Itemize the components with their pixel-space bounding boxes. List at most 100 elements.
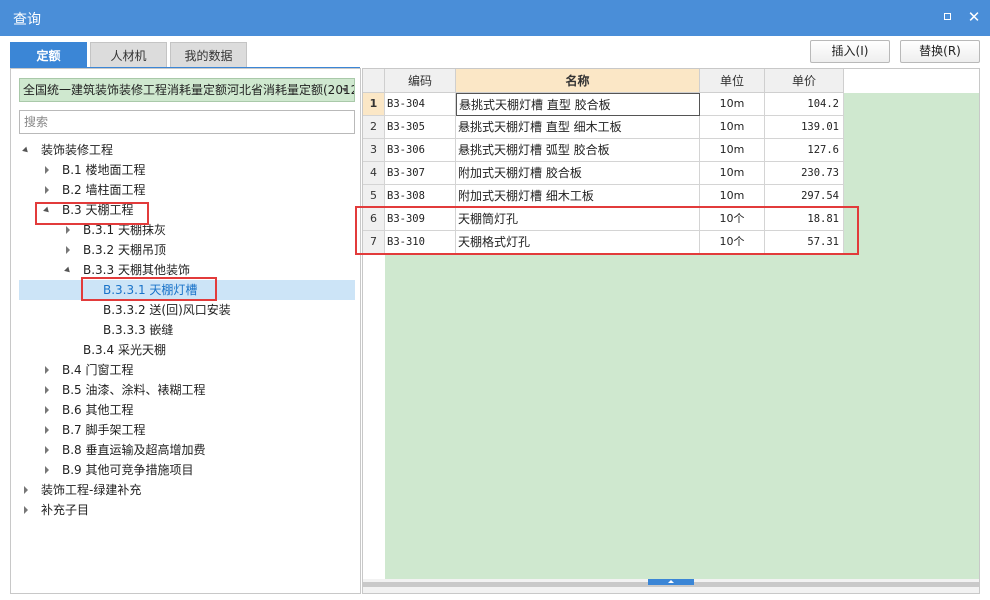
cell-name[interactable]: 天棚格式灯孔	[456, 231, 700, 254]
tree-item[interactable]: 装饰工程-绿建补充	[11, 480, 360, 500]
expanded-arrow-icon[interactable]	[42, 200, 54, 220]
tree-item[interactable]: B.3.3.1 天棚灯槽	[19, 280, 355, 300]
row-number[interactable]: 7	[363, 231, 385, 254]
cell-name[interactable]: 悬挑式天棚灯槽 直型 细木工板	[456, 116, 700, 139]
collapsed-arrow-icon[interactable]	[63, 240, 75, 260]
tree-item[interactable]: B.3.2 天棚吊顶	[11, 240, 360, 260]
quota-grid: 编码 名称 单位 单价 1 B3-304 悬挑式天棚灯槽 直型 胶合板 10m 104.…	[362, 68, 980, 594]
cell-name[interactable]: 悬挑式天棚灯槽 弧型 胶合板	[456, 139, 700, 162]
restore-icon[interactable]	[940, 9, 956, 25]
table-row[interactable]: 2 B3-305 悬挑式天棚灯槽 直型 细木工板 10m 139.01	[363, 116, 844, 139]
row-number[interactable]: 5	[363, 185, 385, 208]
replace-button[interactable]: 替换(R)	[900, 40, 980, 63]
cell-price[interactable]: 104.2	[765, 93, 844, 116]
cell-name[interactable]: 附加式天棚灯槽 细木工板	[456, 185, 700, 208]
cell-price[interactable]: 127.6	[765, 139, 844, 162]
row-number[interactable]: 4	[363, 162, 385, 185]
collapsed-arrow-icon[interactable]	[42, 420, 54, 440]
tree-item[interactable]: B.3 天棚工程	[11, 200, 360, 220]
cell-unit[interactable]: 10m	[700, 162, 765, 185]
cell-unit[interactable]: 10个	[700, 231, 765, 254]
collapsed-arrow-icon[interactable]	[42, 460, 54, 480]
tree-item-label: B.3.4 采光天棚	[83, 343, 166, 357]
cell-unit[interactable]: 10m	[700, 116, 765, 139]
column-header-name[interactable]: 名称	[456, 69, 700, 93]
collapsed-arrow-icon[interactable]	[42, 400, 54, 420]
cell-unit[interactable]: 10个	[700, 208, 765, 231]
cell-name[interactable]: 天棚筒灯孔	[456, 208, 700, 231]
tree-item[interactable]: 装饰装修工程	[11, 140, 360, 160]
cell-unit[interactable]: 10m	[700, 93, 765, 116]
cell-name[interactable]: 悬挑式天棚灯槽 直型 胶合板	[456, 93, 700, 116]
table-row[interactable]: 3 B3-306 悬挑式天棚灯槽 弧型 胶合板 10m 127.6	[363, 139, 844, 162]
cell-code[interactable]: B3-310	[385, 231, 456, 254]
collapsed-arrow-icon[interactable]	[42, 180, 54, 200]
table-row[interactable]: 6 B3-309 天棚筒灯孔 10个 18.81	[363, 208, 844, 231]
tree-item-label: 补充子目	[41, 503, 90, 517]
close-icon[interactable]: ✕	[966, 9, 982, 25]
tree-item[interactable]: B.3.1 天棚抹灰	[11, 220, 360, 240]
tree-item[interactable]: B.3.4 采光天棚	[11, 340, 360, 360]
cell-price[interactable]: 57.31	[765, 231, 844, 254]
tree-item-label: B.7 脚手架工程	[62, 423, 146, 437]
tree-item[interactable]: B.5 油漆、涂料、裱糊工程	[11, 380, 360, 400]
table-row[interactable]: 1 B3-304 悬挑式天棚灯槽 直型 胶合板 10m 104.2	[363, 93, 844, 116]
column-header-unit[interactable]: 单位	[700, 69, 765, 93]
collapsed-arrow-icon[interactable]	[21, 480, 33, 500]
tree-item[interactable]: B.4 门窗工程	[11, 360, 360, 380]
tree-item[interactable]: B.3.3.2 送(回)风口安装	[11, 300, 360, 320]
tab-my-data[interactable]: 我的数据	[170, 42, 247, 68]
table-row[interactable]: 4 B3-307 附加式天棚灯槽 胶合板 10m 230.73	[363, 162, 844, 185]
tree-item[interactable]: B.3.3 天棚其他装饰	[11, 260, 360, 280]
row-number[interactable]: 2	[363, 116, 385, 139]
tree-item[interactable]: B.6 其他工程	[11, 400, 360, 420]
collapsed-arrow-icon[interactable]	[63, 220, 75, 240]
tree-item[interactable]: B.7 脚手架工程	[11, 420, 360, 440]
cell-unit[interactable]: 10m	[700, 185, 765, 208]
tree-item[interactable]: B.3.3.3 嵌缝	[11, 320, 360, 340]
tree-item-label: B.3.3.3 嵌缝	[103, 323, 174, 337]
library-select[interactable]: 全国统一建筑装饰装修工程消耗量定额河北省消耗量定额(2012)	[19, 78, 355, 102]
cell-code[interactable]: B3-306	[385, 139, 456, 162]
cell-code[interactable]: B3-307	[385, 162, 456, 185]
table-row[interactable]: 7 B3-310 天棚格式灯孔 10个 57.31	[363, 231, 844, 254]
tab-quota[interactable]: 定额	[10, 42, 87, 68]
tree-item[interactable]: B.8 垂直运输及超高增加费	[11, 440, 360, 460]
tree-item[interactable]: B.9 其他可竞争措施项目	[11, 460, 360, 480]
collapse-handle[interactable]	[648, 579, 694, 585]
cell-code[interactable]: B3-304	[385, 93, 456, 116]
collapsed-arrow-icon[interactable]	[42, 380, 54, 400]
tab-materials[interactable]: 人材机	[90, 42, 167, 68]
cell-price[interactable]: 139.01	[765, 116, 844, 139]
column-header-price[interactable]: 单价	[765, 69, 844, 93]
collapsed-arrow-icon[interactable]	[21, 500, 33, 520]
chevron-down-icon	[342, 88, 348, 92]
collapsed-arrow-icon[interactable]	[42, 360, 54, 380]
cell-price[interactable]: 18.81	[765, 208, 844, 231]
cell-code[interactable]: B3-309	[385, 208, 456, 231]
tree-item[interactable]: B.2 墙柱面工程	[11, 180, 360, 200]
table-row[interactable]: 5 B3-308 附加式天棚灯槽 细木工板 10m 297.54	[363, 185, 844, 208]
cell-price[interactable]: 230.73	[765, 162, 844, 185]
column-header-code[interactable]: 编码	[385, 69, 456, 93]
row-number[interactable]: 1	[363, 93, 385, 116]
tree-item-label: B.3.2 天棚吊顶	[83, 243, 166, 257]
tree-item-label: B.3 天棚工程	[62, 203, 134, 217]
cell-name[interactable]: 附加式天棚灯槽 胶合板	[456, 162, 700, 185]
cell-code[interactable]: B3-308	[385, 185, 456, 208]
row-number[interactable]: 3	[363, 139, 385, 162]
search-input[interactable]	[19, 110, 355, 134]
tree-item-label: 装饰装修工程	[41, 143, 114, 157]
tree-item[interactable]: 补充子目	[11, 500, 360, 520]
expanded-arrow-icon[interactable]	[21, 140, 33, 160]
row-number[interactable]: 6	[363, 208, 385, 231]
horizontal-scrollbar[interactable]	[363, 579, 979, 593]
cell-unit[interactable]: 10m	[700, 139, 765, 162]
expanded-arrow-icon[interactable]	[63, 260, 75, 280]
tree-item[interactable]: B.1 楼地面工程	[11, 160, 360, 180]
cell-code[interactable]: B3-305	[385, 116, 456, 139]
insert-button[interactable]: 插入(I)	[810, 40, 890, 63]
collapsed-arrow-icon[interactable]	[42, 440, 54, 460]
collapsed-arrow-icon[interactable]	[42, 160, 54, 180]
cell-price[interactable]: 297.54	[765, 185, 844, 208]
